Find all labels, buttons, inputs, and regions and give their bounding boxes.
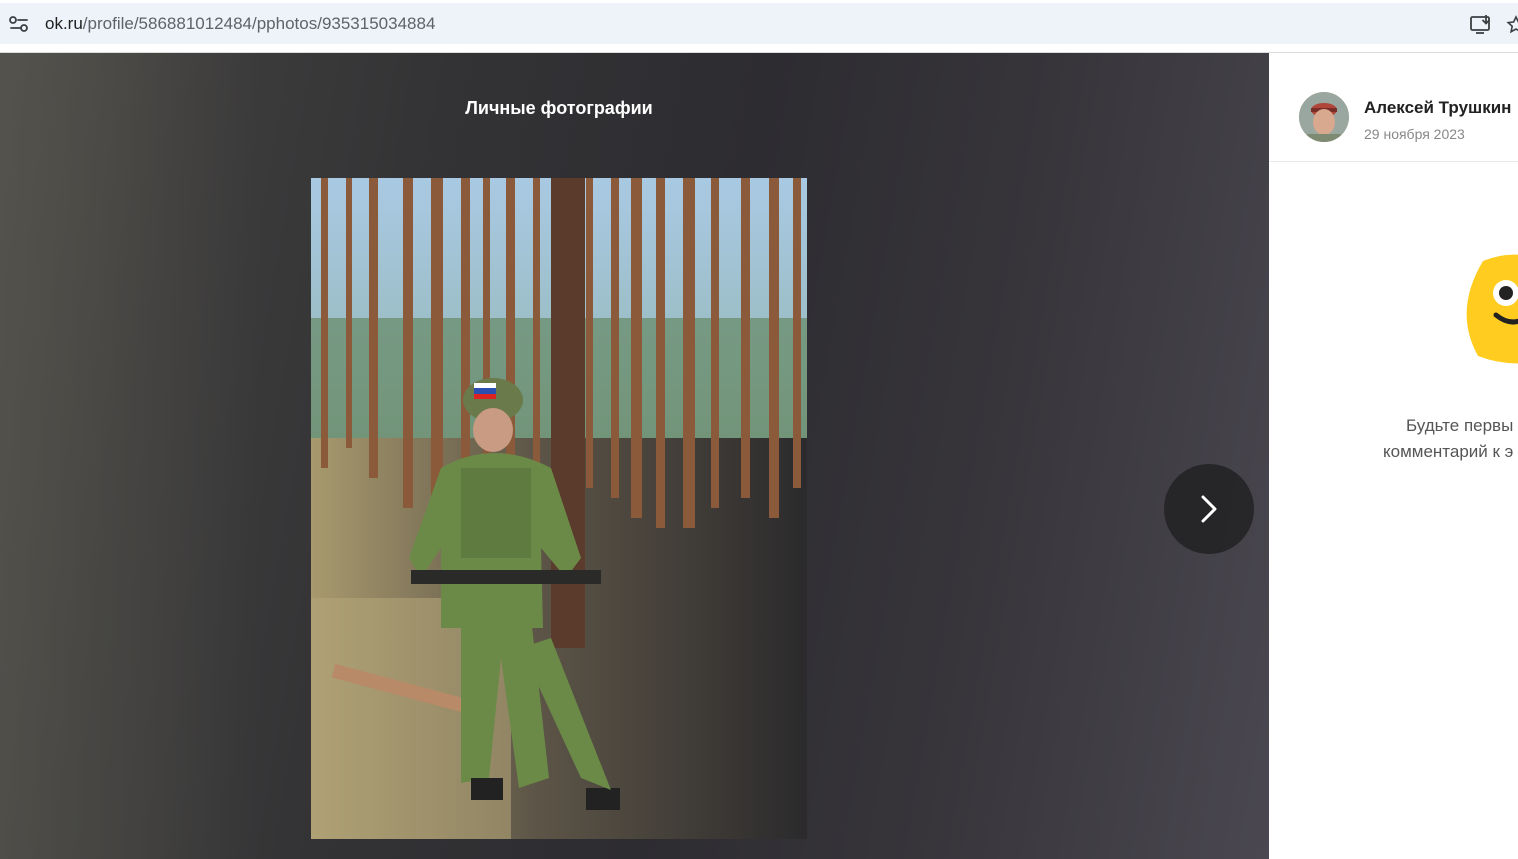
ok-mascot-icon [1458,251,1518,371]
next-photo-button[interactable] [1164,464,1254,554]
photo-image [311,178,807,839]
comment-hint: Будьте первы комментарий к э [1306,413,1513,465]
install-app-icon[interactable] [1469,14,1493,36]
avatar-image [1299,92,1349,142]
post-date: 29 ноября 2023 [1364,126,1465,142]
comment-hint-line1: Будьте первы [1406,416,1514,435]
url-text[interactable]: ok.ru/profile/586881012484/pphotos/93531… [45,14,435,34]
browser-toolbar: ok.ru/profile/586881012484/pphotos/93531… [0,0,1518,53]
url-path: /profile/586881012484/pphotos/9353150348… [82,14,436,33]
photo[interactable] [311,178,807,839]
album-title: Личные фотографии [465,98,653,118]
author-name[interactable]: Алексей Трушкин [1364,98,1511,118]
chevron-right-icon [1201,495,1217,523]
photo-sidebar: Алексей Трушкин 29 ноября 2023 Будьте пе… [1269,53,1518,859]
comment-hint-line2: комментарий к э [1383,442,1514,461]
avatar[interactable] [1299,92,1349,142]
author-block: Алексей Трушкин 29 ноября 2023 [1269,53,1518,162]
address-bar[interactable]: ok.ru/profile/586881012484/pphotos/93531… [0,3,1518,44]
photo-viewer: Личные фотографии [0,53,1269,859]
url-host: ok.ru [45,14,83,33]
site-info-icon[interactable] [8,14,30,34]
bookmark-star-icon[interactable] [1506,15,1518,35]
